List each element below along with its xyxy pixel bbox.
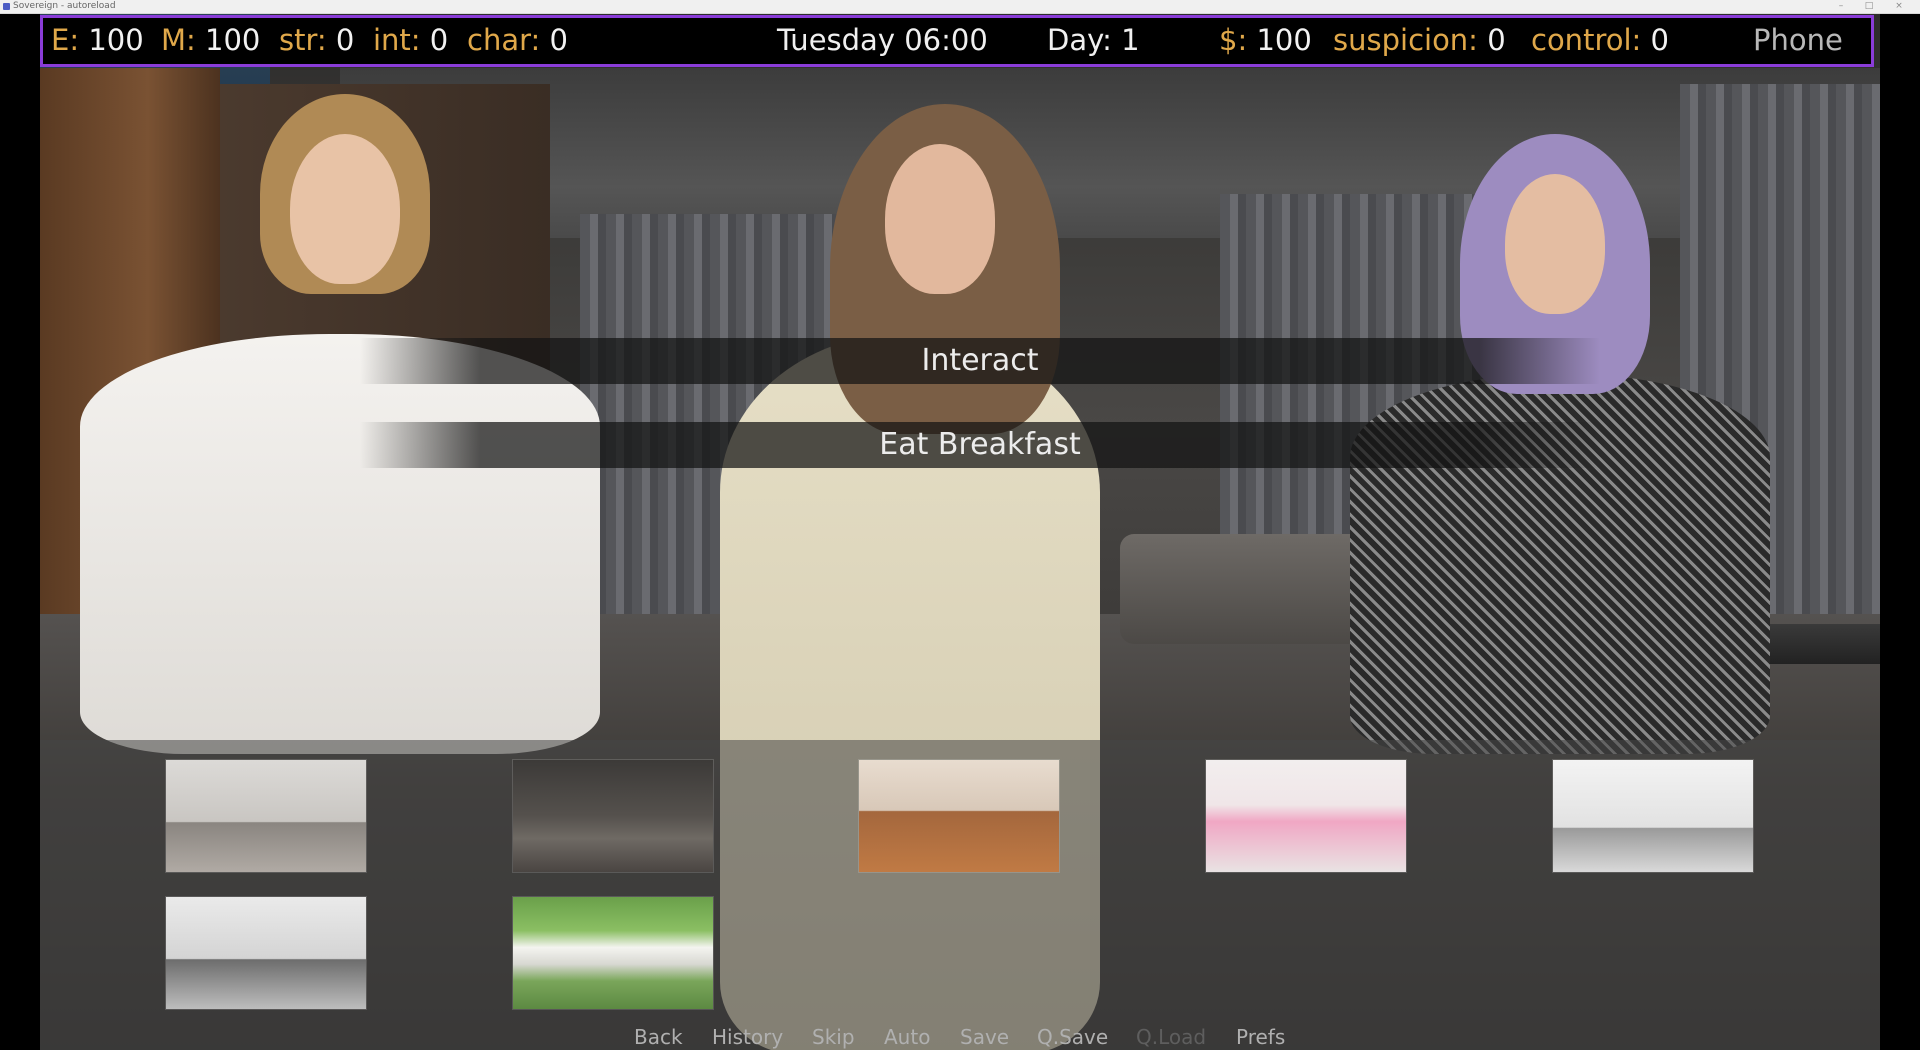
choice-interact[interactable]: Interact xyxy=(360,338,1600,384)
location-thumb-neighborhood[interactable] xyxy=(512,896,714,1010)
save-button[interactable]: Save xyxy=(960,1024,1009,1050)
skip-button[interactable]: Skip xyxy=(812,1024,855,1050)
stat-bar: E: 100 M: 100 str: 0 int: 0 char: 0 Tues… xyxy=(40,15,1874,67)
auto-button[interactable]: Auto xyxy=(884,1024,930,1050)
ceiling xyxy=(340,68,1880,238)
maximize-icon[interactable]: □ xyxy=(1858,0,1880,13)
choice-eat-breakfast[interactable]: Eat Breakfast xyxy=(360,422,1600,468)
datetime-label: Tuesday 06:00 xyxy=(777,23,988,57)
history-button[interactable]: History xyxy=(712,1024,783,1050)
location-thumb-bathroom-2[interactable] xyxy=(165,896,367,1010)
character-right-head xyxy=(1460,134,1650,394)
character-left[interactable] xyxy=(80,334,600,754)
location-thumb-bedroom-3[interactable] xyxy=(858,759,1060,873)
day-label: Day: 1 xyxy=(1047,23,1140,57)
close-icon[interactable]: × xyxy=(1888,0,1910,13)
location-thumb-bedroom-1[interactable] xyxy=(165,759,367,873)
money-stat: $: 100 xyxy=(1219,23,1312,57)
window-title: Sovereign - autoreload xyxy=(13,1,116,11)
back-button[interactable]: Back xyxy=(634,1024,683,1050)
char-stat: char: 0 xyxy=(467,23,568,57)
quick-save-button[interactable]: Q.Save xyxy=(1037,1024,1108,1050)
suspicion-stat: suspicion: 0 xyxy=(1333,23,1506,57)
int-stat: int: 0 xyxy=(373,23,449,57)
location-thumb-bathroom-1[interactable] xyxy=(1552,759,1754,873)
phone-button[interactable]: Phone xyxy=(1753,18,1843,62)
quick-menu: Back History Skip Auto Save Q.Save Q.Loa… xyxy=(0,1024,1920,1050)
location-thumb-pink-room[interactable] xyxy=(1205,759,1407,873)
energy-stat: E: 100 xyxy=(51,23,144,57)
prefs-button[interactable]: Prefs xyxy=(1236,1024,1285,1050)
minimize-icon[interactable]: – xyxy=(1830,0,1852,13)
str-stat: str: 0 xyxy=(279,23,355,57)
character-center-head xyxy=(830,104,1060,434)
mood-stat: M: 100 xyxy=(161,23,261,57)
control-stat: control: 0 xyxy=(1531,23,1669,57)
location-thumb-bedroom-2[interactable] xyxy=(512,759,714,873)
character-left-head xyxy=(260,94,430,294)
app-icon xyxy=(3,3,10,10)
quick-load-button[interactable]: Q.Load xyxy=(1136,1024,1206,1050)
window-titlebar: Sovereign - autoreload – □ × xyxy=(0,0,1920,14)
